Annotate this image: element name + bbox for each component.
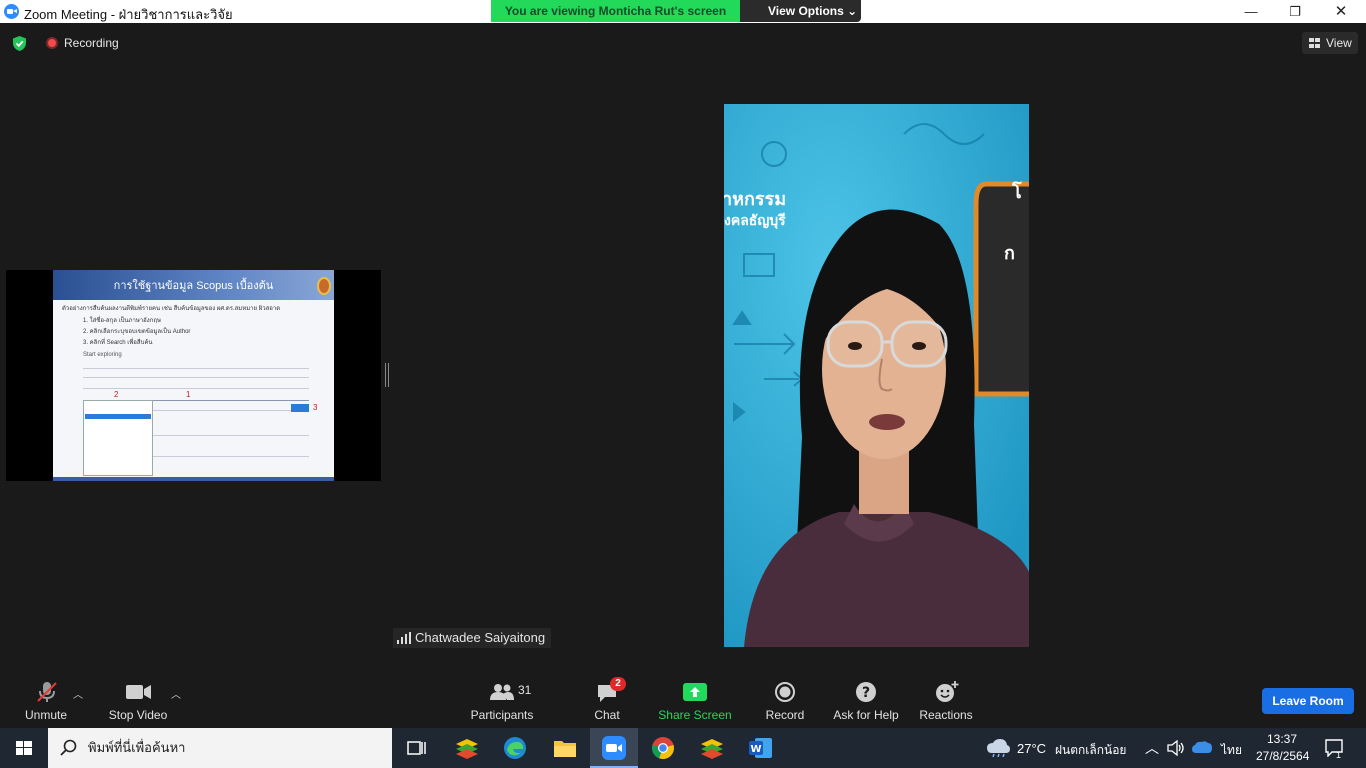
slide-step-1: 1. ใส่ชื่อ-สกุล เป็นภาษาอังกฤษ — [83, 318, 161, 324]
svg-text:?: ? — [862, 685, 870, 701]
folder-icon — [554, 741, 576, 757]
speaker-volume-icon[interactable] — [1167, 740, 1185, 756]
weather-description: ฝนตกเล็กน้อย — [1055, 743, 1127, 757]
slide-bullet: ตัวอย่างการสืบค้นผลงานตีพิมพ์รายคน เช่น … — [62, 306, 281, 312]
show-hidden-icons-chevron-icon[interactable]: ︿ — [1145, 738, 1159, 758]
notification-count: 1 — [1336, 750, 1342, 760]
view-layout-button[interactable]: View — [1302, 32, 1358, 54]
marker-3: 3 — [313, 403, 318, 412]
onedrive-cloud-icon[interactable] — [1192, 741, 1212, 754]
window-title: Zoom Meeting - ฝ่ายวิชาการและวิจัย — [24, 7, 233, 22]
clock-time[interactable]: 13:37 — [1267, 732, 1297, 746]
taskbar-chrome-app[interactable] — [639, 728, 687, 768]
recording-label[interactable]: Recording — [64, 36, 119, 50]
share-screen-icon — [683, 683, 707, 701]
taskbar-zoom-app[interactable] — [590, 728, 638, 768]
video-camera-icon — [126, 685, 151, 699]
zoom-app-icon — [4, 4, 19, 19]
reactions-smiley-icon — [936, 681, 959, 702]
leave-room-button[interactable]: Leave Room — [1262, 688, 1354, 714]
shared-screen-thumbnail[interactable]: การใช้ฐานข้อมูล Scopus เบื้องต้น ตัวอย่า… — [6, 270, 381, 481]
muted-microphone-icon — [37, 682, 57, 702]
word-icon: W — [749, 738, 772, 758]
notification-center-icon[interactable] — [1325, 739, 1345, 757]
participants-label: Participants — [470, 708, 534, 722]
svg-text:โ: โ — [1011, 181, 1022, 203]
taskbar-search-placeholder: พิมพ์ที่นี่เพื่อค้นหา — [88, 740, 186, 755]
panel-resize-handle[interactable] — [385, 363, 389, 387]
taskbar-word-app[interactable]: W — [737, 728, 785, 768]
viewing-screen-banner: You are viewing Monticha Rut's screen — [491, 0, 740, 22]
unmute-label: Unmute — [24, 708, 68, 722]
slide-search-button — [291, 404, 309, 412]
record-label: Record — [765, 708, 805, 722]
marker-1: 1 — [186, 390, 191, 399]
bluestacks-multi-icon — [701, 739, 723, 759]
view-label: View — [1326, 36, 1352, 50]
slide-title: การใช้ฐานข้อมูล Scopus เบื้องต้น — [53, 270, 334, 300]
minimize-button[interactable]: — — [1228, 0, 1274, 23]
video-options-caret-icon[interactable]: ︿ — [171, 686, 181, 701]
help-question-icon: ? — [856, 682, 876, 702]
marker-2: 2 — [114, 390, 119, 399]
chat-label: Chat — [594, 708, 620, 722]
background-text-2: งคลธัญบุรี — [724, 212, 786, 228]
task-view-button[interactable] — [392, 728, 440, 768]
taskbar-bluestacks-app[interactable] — [443, 728, 491, 768]
recording-dot-icon — [46, 37, 58, 49]
participants-count: 31 — [518, 683, 532, 697]
grid-icon — [1309, 38, 1320, 48]
taskbar-bluestacks-multi-app[interactable] — [688, 728, 736, 768]
windows-start-icon[interactable] — [0, 728, 48, 768]
windows-taskbar: พิมพ์ที่นี่เพื่อค้นหา W 27°C ฝนตกเล็กน้อ… — [0, 728, 1366, 768]
bluestacks-icon — [456, 739, 478, 759]
close-button[interactable]: ✕ — [1318, 0, 1364, 23]
participant-name-tag: Chatwadee Saiyaitong — [393, 628, 552, 648]
participants-icon — [490, 684, 514, 700]
search-icon — [60, 739, 77, 756]
task-view-icon — [407, 741, 426, 755]
participant-video[interactable]: โ ก าหกรรม งคลธัญบุรี — [724, 104, 1029, 647]
ask-for-help-label: Ask for Help — [833, 708, 899, 722]
encryption-shield-icon[interactable] — [11, 35, 28, 52]
university-logo-icon — [317, 277, 331, 295]
chat-unread-badge: 2 — [610, 677, 626, 691]
view-options-button[interactable]: View Options ⌄ — [740, 0, 861, 22]
svg-text:W: W — [750, 744, 761, 755]
edge-browser-icon — [504, 737, 526, 759]
taskbar-file-explorer-app[interactable] — [541, 728, 589, 768]
slide-start-exploring: Start exploring — [83, 352, 122, 358]
input-language[interactable]: ไทย — [1221, 741, 1242, 760]
participant-name: Chatwadee Saiyaitong — [415, 630, 546, 645]
clock-date[interactable]: 27/8/2564 — [1256, 749, 1309, 763]
audio-options-caret-icon[interactable]: ︿ — [73, 686, 83, 701]
slide-step-3: 3. คลิกที่ Search เพื่อสืบค้น — [83, 340, 153, 346]
svg-text:ก: ก — [1004, 243, 1015, 264]
record-icon — [775, 682, 795, 702]
restore-button[interactable]: ❐ — [1272, 0, 1318, 23]
weather-rain-icon[interactable] — [986, 739, 1010, 757]
zoom-taskbar-icon — [602, 736, 626, 760]
reactions-label: Reactions — [919, 708, 973, 722]
share-screen-label: Share Screen — [658, 708, 732, 722]
slide-field-dropdown — [83, 400, 153, 476]
chrome-browser-icon — [652, 737, 674, 760]
taskbar-edge-app[interactable] — [491, 728, 539, 768]
stop-video-label: Stop Video — [108, 708, 168, 722]
taskbar-search-input[interactable]: พิมพ์ที่นี่เพื่อค้นหา — [48, 728, 392, 768]
connection-bars-icon — [397, 632, 411, 644]
shared-slide: การใช้ฐานข้อมูล Scopus เบื้องต้น ตัวอย่า… — [53, 270, 334, 481]
slide-step-2: 2. คลิกเลือกระบุขอบเขตข้อมูลเป็น Author — [83, 329, 191, 335]
background-text-1: าหกรรม — [724, 189, 787, 209]
weather-temperature: 27°C — [1017, 741, 1047, 756]
